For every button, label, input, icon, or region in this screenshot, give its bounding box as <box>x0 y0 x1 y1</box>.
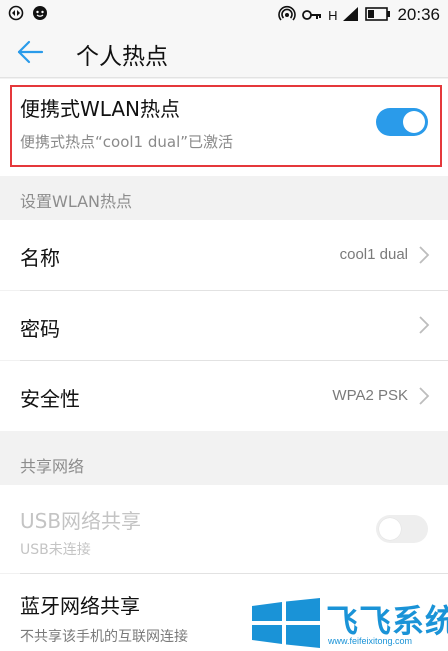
setting-row-name[interactable]: 名称 cool1 dual <box>0 220 448 290</box>
section-label: 设置WLAN热点 <box>20 192 133 211</box>
watermark: 飞飞系统 www.feifeixitong.com <box>248 596 448 651</box>
chevron-right-icon <box>419 387 430 405</box>
usb-tethering-title: USB网络共享 <box>20 509 142 533</box>
bluetooth-tethering-title: 蓝牙网络共享 <box>20 594 140 618</box>
key-icon <box>302 6 322 25</box>
face-icon <box>32 5 48 25</box>
hotspot-toggle-row[interactable]: 便携式WLAN热点 便携式热点“cool1 dual”已激活 <box>0 79 448 176</box>
usb-tethering-switch[interactable] <box>376 515 428 543</box>
battery-icon <box>365 6 391 25</box>
usb-tethering-row[interactable]: USB网络共享 USB未连接 <box>0 485 448 573</box>
switch-knob <box>403 111 425 133</box>
usb-tethering-status: USB未连接 <box>20 542 91 558</box>
setting-value: cool1 dual <box>339 246 408 263</box>
setting-label: 密码 <box>20 317 60 341</box>
section-label: 共享网络 <box>20 457 85 476</box>
page-title: 个人热点 <box>76 43 168 70</box>
setting-label: 安全性 <box>20 387 80 411</box>
watermark-url: www.feifeixitong.com <box>328 636 413 646</box>
switch-knob <box>379 518 401 540</box>
hotspot-status: 便携式热点“cool1 dual”已激活 <box>20 133 234 151</box>
signal-icon <box>343 6 359 25</box>
section-header-share: 共享网络 <box>0 431 448 485</box>
chevron-right-icon <box>419 316 430 334</box>
network-type-label: H <box>328 7 338 23</box>
app-bar: 个人热点 <box>0 30 448 78</box>
clock: 20:36 <box>397 5 440 24</box>
status-bar: H 20:36 <box>0 0 448 30</box>
setting-label: 名称 <box>20 246 60 270</box>
sync-icon <box>8 5 24 25</box>
chevron-right-icon <box>419 246 430 264</box>
setting-value: WPA2 PSK <box>332 387 408 404</box>
bluetooth-tethering-status: 不共享该手机的互联网连接 <box>20 629 188 645</box>
section-header-setup: 设置WLAN热点 <box>0 176 448 220</box>
hotspot-icon <box>278 5 296 25</box>
hotspot-switch[interactable] <box>376 108 428 136</box>
arrow-left-icon <box>16 40 44 68</box>
hotspot-title: 便携式WLAN热点 <box>20 97 181 121</box>
setting-row-password[interactable]: 密码 <box>0 291 448 360</box>
setting-row-security[interactable]: 安全性 WPA2 PSK <box>0 361 448 431</box>
back-button[interactable] <box>2 30 58 78</box>
windows-logo-icon <box>252 598 320 648</box>
